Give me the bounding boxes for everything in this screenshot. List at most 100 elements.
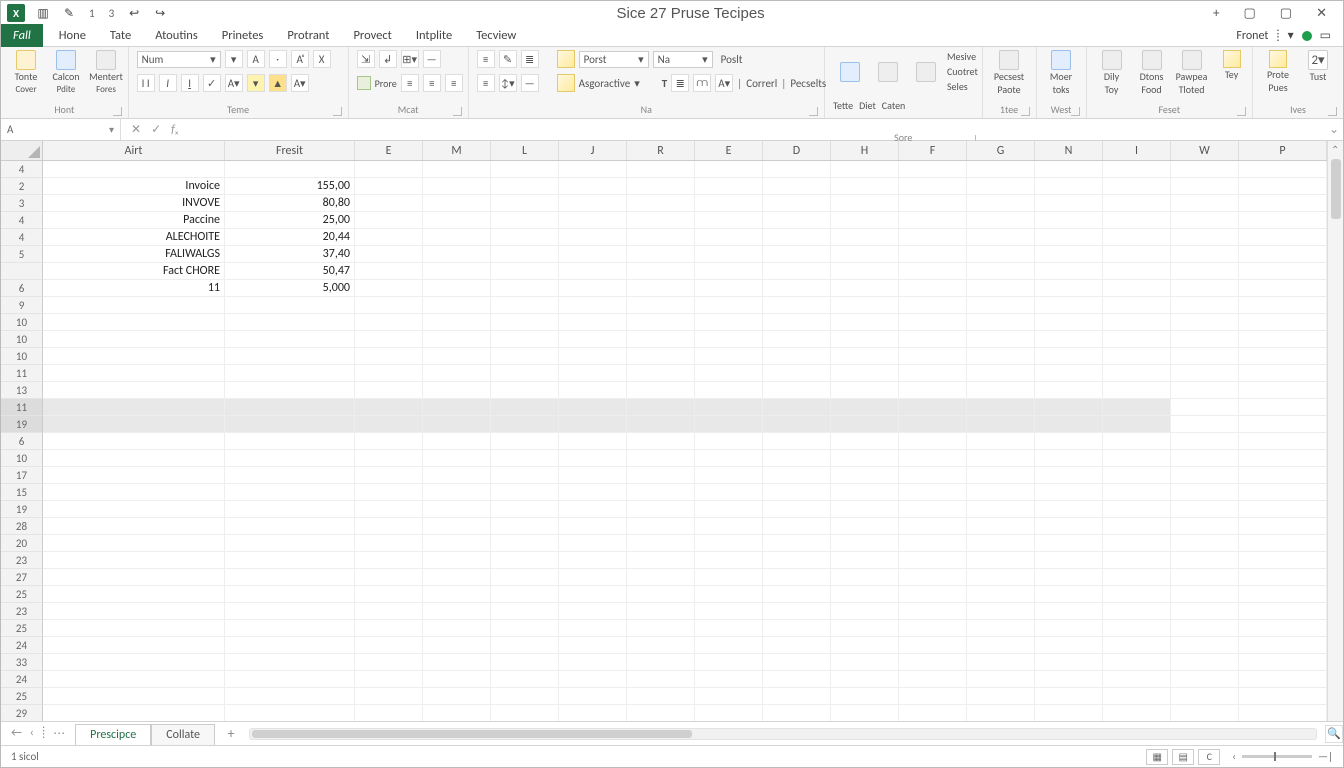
cell[interactable] — [1035, 688, 1103, 705]
cell[interactable] — [355, 399, 423, 416]
cell[interactable] — [559, 161, 627, 178]
touch-mode-icon[interactable]: ✎ — [61, 5, 77, 21]
cell[interactable] — [355, 688, 423, 705]
cell[interactable] — [225, 501, 355, 518]
cell[interactable] — [355, 195, 423, 212]
cell[interactable] — [695, 229, 763, 246]
cell[interactable] — [763, 569, 831, 586]
cell[interactable] — [763, 212, 831, 229]
cell[interactable] — [225, 161, 355, 178]
cell[interactable] — [423, 688, 491, 705]
cell[interactable] — [423, 467, 491, 484]
cell[interactable] — [559, 552, 627, 569]
cell[interactable] — [627, 314, 695, 331]
cell[interactable] — [627, 297, 695, 314]
format2-button[interactable]: DtonsFood — [1135, 50, 1169, 95]
cell[interactable] — [763, 365, 831, 382]
cell[interactable] — [225, 365, 355, 382]
cell[interactable] — [627, 620, 695, 637]
cell[interactable] — [559, 297, 627, 314]
cell[interactable] — [1035, 671, 1103, 688]
col-header[interactable]: P — [1239, 141, 1327, 160]
cell[interactable] — [899, 671, 967, 688]
cell[interactable] — [43, 552, 225, 569]
cell[interactable] — [1239, 569, 1327, 586]
cell[interactable] — [1171, 518, 1239, 535]
cell[interactable] — [627, 416, 695, 433]
cell[interactable] — [559, 535, 627, 552]
percent-button[interactable]: ≣ — [671, 74, 689, 92]
cell[interactable] — [1035, 705, 1103, 721]
cell[interactable] — [1171, 331, 1239, 348]
cell[interactable] — [831, 314, 899, 331]
cell[interactable] — [491, 399, 559, 416]
row-header[interactable]: 15 — [1, 484, 43, 501]
cell[interactable] — [1171, 620, 1239, 637]
cell[interactable] — [43, 297, 225, 314]
cell[interactable] — [423, 569, 491, 586]
cell[interactable] — [899, 654, 967, 671]
cell[interactable] — [831, 246, 899, 263]
col-header[interactable]: R — [627, 141, 695, 160]
cell[interactable] — [1239, 586, 1327, 603]
cell[interactable] — [627, 501, 695, 518]
zoom-slider[interactable]: ‹—| — [1232, 750, 1333, 763]
cell[interactable] — [1239, 688, 1327, 705]
tab-data[interactable]: Protrant — [275, 25, 341, 46]
row-header[interactable]: 9 — [1, 297, 43, 314]
cell[interactable] — [831, 637, 899, 654]
col-header[interactable]: L — [491, 141, 559, 160]
copy-button[interactable]: CalconPdite — [49, 50, 83, 94]
cell[interactable] — [491, 331, 559, 348]
cell[interactable] — [1035, 280, 1103, 297]
cell[interactable] — [1103, 705, 1171, 721]
col-header[interactable]: J — [559, 141, 627, 160]
cell[interactable] — [763, 314, 831, 331]
cell[interactable] — [831, 518, 899, 535]
cell[interactable] — [559, 586, 627, 603]
cell[interactable] — [627, 161, 695, 178]
cell[interactable] — [355, 518, 423, 535]
cell[interactable] — [763, 246, 831, 263]
cell[interactable] — [899, 161, 967, 178]
cell[interactable] — [967, 603, 1035, 620]
cell[interactable] — [225, 399, 355, 416]
cell[interactable] — [1035, 637, 1103, 654]
cell[interactable] — [831, 195, 899, 212]
cell[interactable] — [1171, 195, 1239, 212]
cell[interactable] — [899, 620, 967, 637]
cell[interactable] — [1103, 246, 1171, 263]
italic-button[interactable]: I — [159, 74, 177, 92]
cell[interactable] — [627, 212, 695, 229]
col-header[interactable]: Fresit — [225, 141, 355, 160]
cell[interactable] — [763, 552, 831, 569]
cell[interactable] — [491, 348, 559, 365]
cell[interactable] — [1035, 399, 1103, 416]
cell[interactable] — [899, 297, 967, 314]
cell[interactable] — [491, 705, 559, 721]
cell[interactable] — [967, 569, 1035, 586]
cell[interactable] — [695, 484, 763, 501]
cell[interactable] — [355, 586, 423, 603]
cell[interactable] — [1035, 382, 1103, 399]
cell[interactable] — [627, 331, 695, 348]
font-color-button[interactable]: A▾ — [225, 74, 243, 92]
cell[interactable] — [695, 314, 763, 331]
cell[interactable] — [43, 450, 225, 467]
cell[interactable] — [491, 637, 559, 654]
cell[interactable] — [967, 433, 1035, 450]
sheet-tab-active[interactable]: Prescipce — [75, 724, 151, 745]
cell[interactable] — [763, 705, 831, 721]
cell[interactable] — [763, 535, 831, 552]
cell[interactable] — [225, 688, 355, 705]
cell[interactable] — [423, 348, 491, 365]
cell[interactable] — [491, 263, 559, 280]
cell[interactable] — [1239, 484, 1327, 501]
cell[interactable] — [1103, 586, 1171, 603]
cell[interactable] — [559, 450, 627, 467]
cell[interactable] — [1103, 450, 1171, 467]
cell[interactable] — [1239, 331, 1327, 348]
cell[interactable] — [1103, 263, 1171, 280]
cell[interactable] — [899, 365, 967, 382]
minimize-button[interactable]: ▢ — [1244, 6, 1256, 21]
